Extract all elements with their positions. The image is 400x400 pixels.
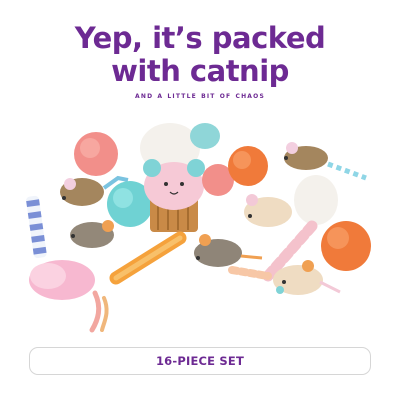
headline-line-2: with catnip bbox=[111, 54, 289, 88]
piece-count-label: 16-PIECE SET bbox=[155, 354, 245, 368]
headline-line-1: Yep, it’s packed bbox=[74, 21, 326, 55]
grey-mouse-toy bbox=[70, 220, 114, 248]
brown-mouse-toy bbox=[284, 142, 367, 181]
headline: Yep, it’s packed with catnip bbox=[0, 22, 400, 88]
piece-count-badge: 16-PIECE SET bbox=[29, 347, 371, 375]
cupcake-cat-toy bbox=[143, 159, 205, 232]
beige-mouse-toy bbox=[244, 194, 292, 227]
grey-mouse-toy bbox=[194, 234, 263, 267]
striped-wand-toy bbox=[26, 195, 47, 259]
product-photo bbox=[26, 123, 371, 333]
tagline: and a little bit of chaos bbox=[135, 91, 265, 101]
